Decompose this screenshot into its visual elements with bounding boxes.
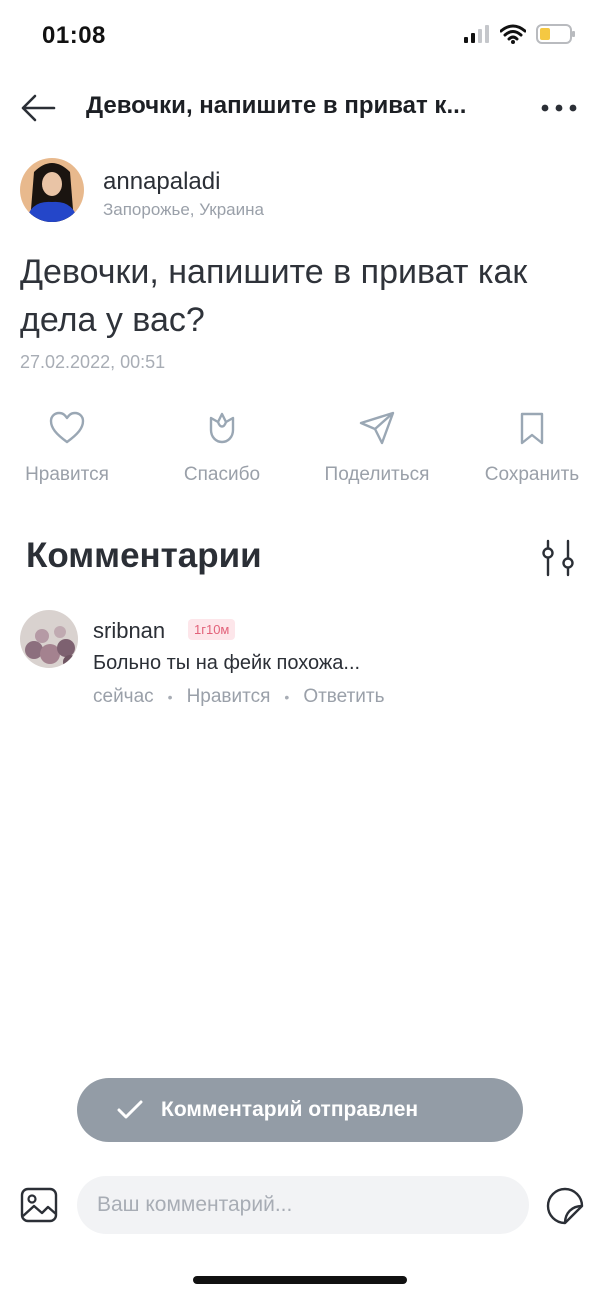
comment-like-button[interactable]: Нравится — [187, 686, 271, 708]
like-label: Нравится — [25, 464, 109, 485]
save-label: Сохранить — [484, 464, 580, 485]
comment-time: сейчас — [93, 686, 154, 707]
status-time: 01:08 — [42, 22, 106, 49]
author-username[interactable]: annapaladi — [103, 168, 220, 196]
cellular-signal-icon — [464, 25, 489, 43]
filter-sliders-icon — [542, 539, 574, 577]
sticker-button[interactable] — [545, 1186, 585, 1226]
more-button[interactable] — [540, 96, 578, 120]
comments-filter-button[interactable] — [538, 538, 578, 578]
post-text: Девочки, напишите в приват как дела у ва… — [20, 253, 528, 339]
share-button[interactable]: Поделиться — [307, 410, 447, 500]
comments-title: Комментарии — [26, 536, 262, 575]
post-author[interactable]: annapaladi Запорожье, Украина — [20, 158, 580, 228]
arrow-left-icon — [21, 94, 56, 122]
separator-dot: • — [284, 689, 290, 705]
attach-image-button[interactable] — [20, 1186, 58, 1224]
share-label: Поделиться — [324, 464, 430, 485]
image-icon — [20, 1187, 58, 1223]
like-button[interactable]: Нравится — [0, 410, 137, 500]
thanks-label: Спасибо — [183, 464, 261, 485]
author-location: Запорожье, Украина — [103, 200, 264, 219]
back-button[interactable] — [18, 90, 58, 126]
status-bar: 01:08 — [0, 0, 600, 72]
comment-reply-button[interactable]: Ответить — [303, 686, 384, 708]
comment-input[interactable] — [77, 1176, 529, 1234]
save-button[interactable]: Сохранить — [462, 410, 600, 500]
heart-icon — [49, 411, 85, 444]
toast-notification: Комментарий отправлен — [77, 1078, 523, 1142]
sticker-icon — [546, 1187, 584, 1225]
comment-composer — [0, 1176, 600, 1238]
battery-icon — [536, 24, 575, 44]
send-icon — [359, 411, 395, 445]
more-horizontal-icon — [541, 104, 577, 112]
page-title: Девочки, напишите в приват к... — [86, 92, 467, 119]
comment-meta: сейчас • Нравится • Ответить — [93, 686, 385, 708]
status-icons — [464, 24, 576, 44]
checkmark-icon — [117, 1100, 143, 1119]
wifi-icon — [500, 24, 526, 44]
topbar: Девочки, напишите в приват к... — [0, 80, 600, 136]
comment-item: sribnan 1г10м Больно ты на фейк похожа..… — [20, 610, 590, 720]
toast-text: Комментарий отправлен — [161, 1098, 419, 1121]
separator-dot: • — [167, 689, 173, 705]
commenter-badge: 1г10м — [188, 619, 236, 640]
author-avatar[interactable] — [20, 158, 84, 222]
commenter-username[interactable]: sribnan — [93, 618, 165, 644]
commenter-avatar[interactable] — [20, 610, 78, 668]
post-actions: Нравится Спасибо Поделиться Сохранить — [0, 410, 600, 500]
home-indicator — [193, 1276, 407, 1284]
thanks-button[interactable]: Спасибо — [152, 410, 292, 500]
comment-text: Больно ты на фейк похожа... — [93, 652, 361, 674]
post-date: 27.02.2022, 00:51 — [20, 352, 166, 372]
tulip-icon — [209, 412, 235, 444]
bookmark-icon — [520, 412, 544, 445]
